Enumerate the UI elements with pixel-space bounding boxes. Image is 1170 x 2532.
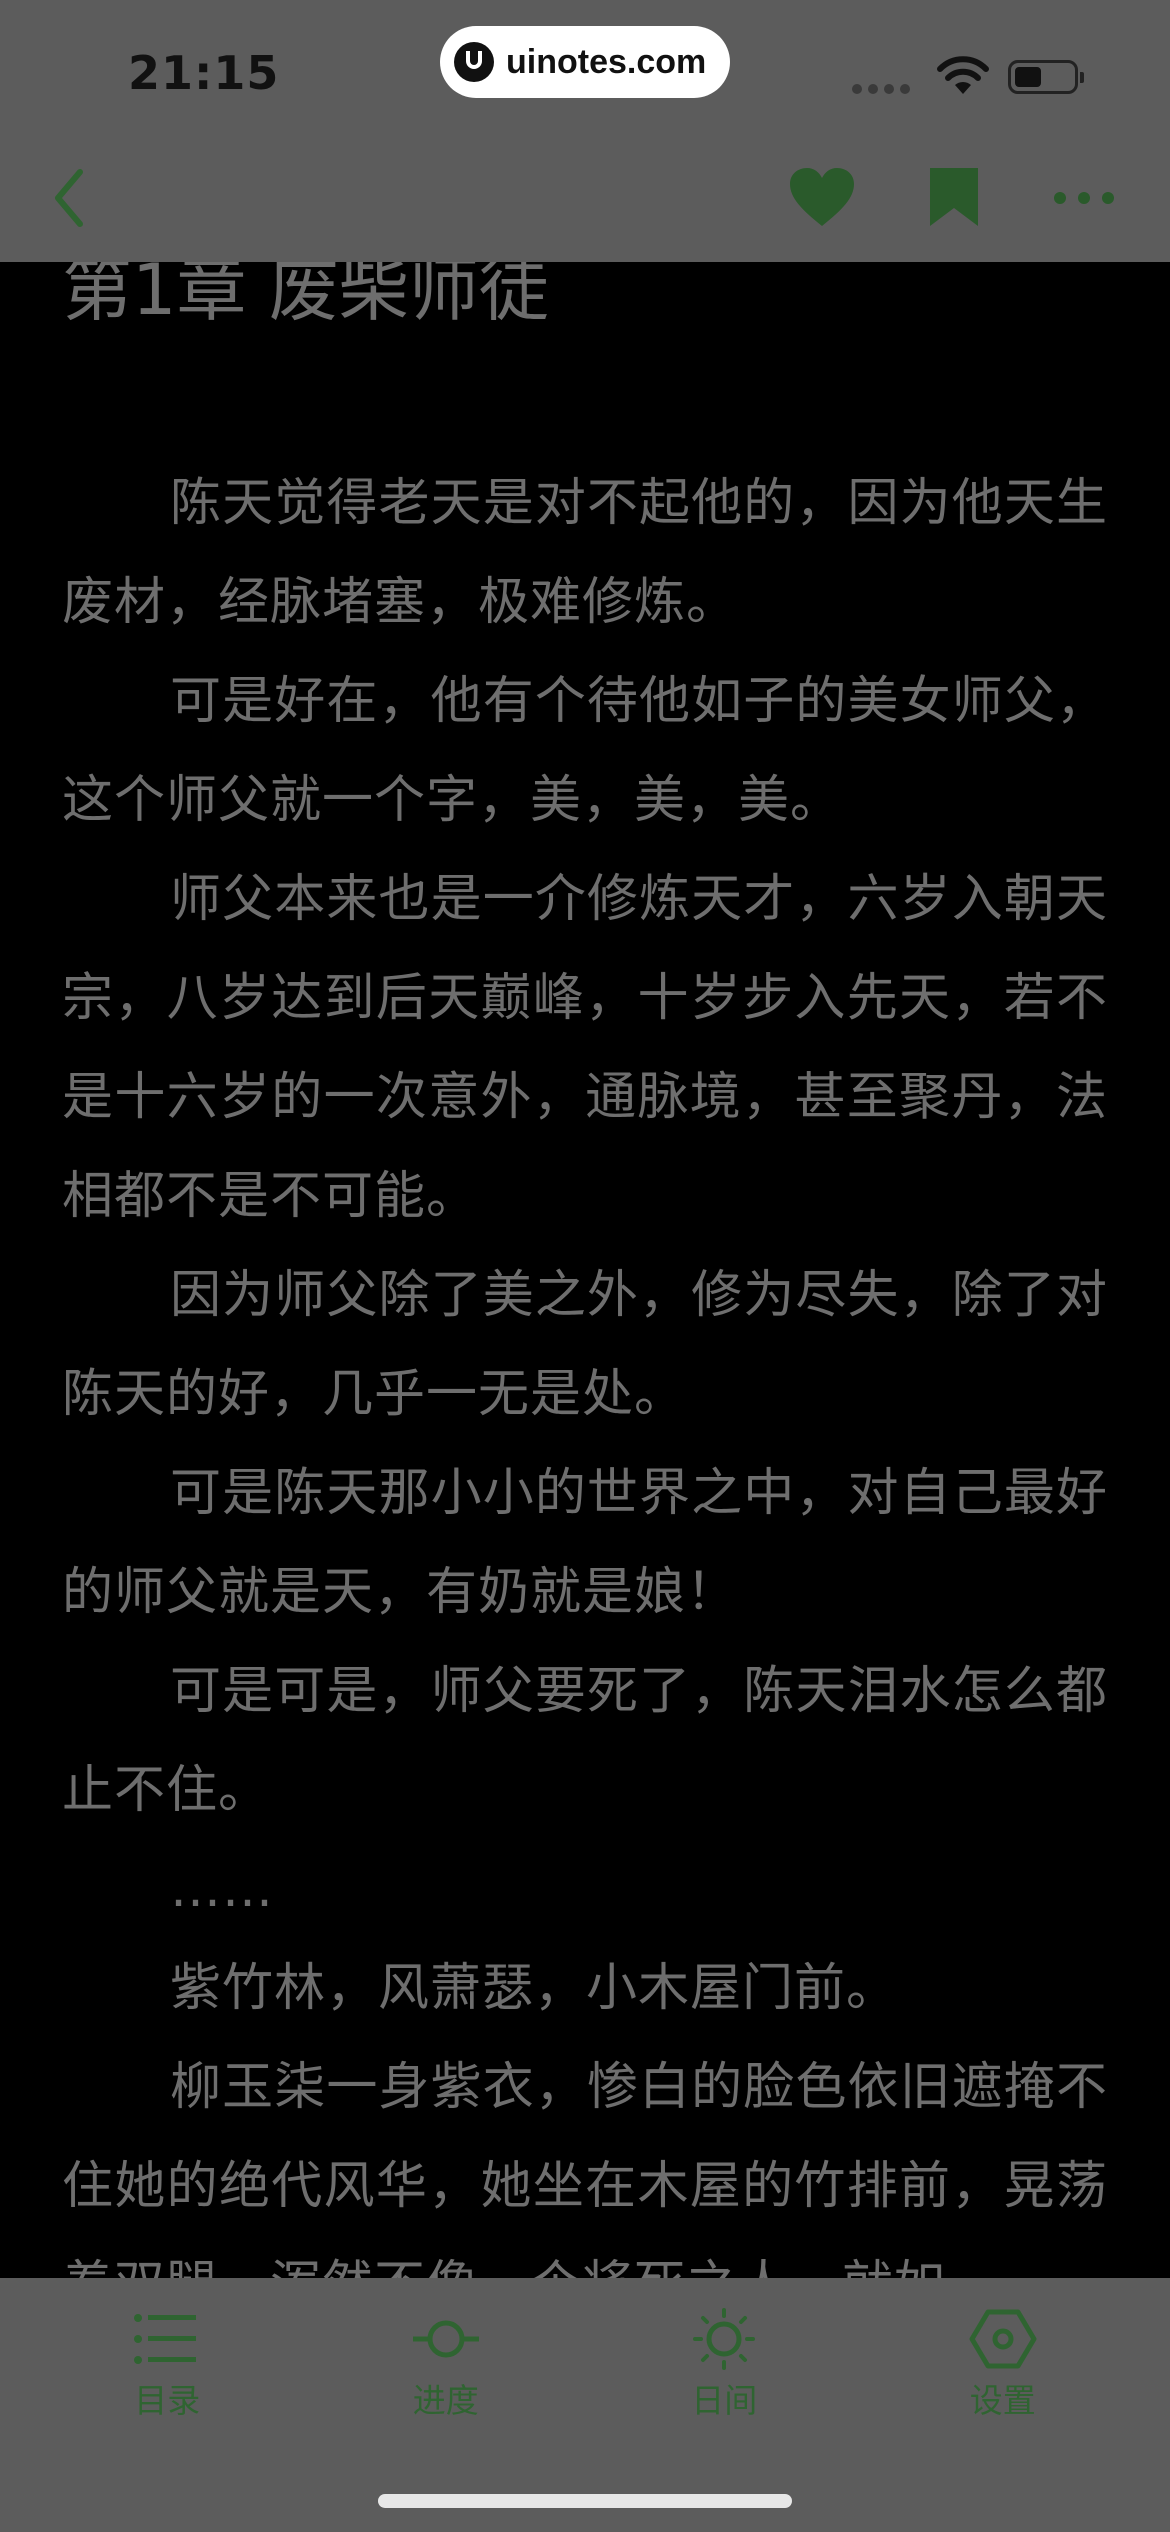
status-time: 21:15	[128, 46, 280, 100]
paragraph: 可是可是，师父要死了，陈天泪水怎么都止不住。	[62, 1662, 1108, 1820]
uinotes-logo-icon	[454, 42, 494, 82]
sun-icon	[693, 2308, 756, 2370]
paragraph: 师父本来也是一介修炼天才，六岁入朝天宗，八岁达到后天巅峰，十岁步入先天，若不是十…	[62, 870, 1108, 1226]
top-overlay: 21:15 uinotes.com	[0, 0, 1170, 262]
more-dots-icon[interactable]	[1052, 184, 1116, 212]
toolbar-label: 进度	[412, 2381, 479, 2420]
toolbar-item-catalog[interactable]: 目录	[67, 2278, 267, 2428]
toolbar-label: 设置	[969, 2381, 1036, 2420]
wifi-icon	[937, 56, 989, 94]
toolbar-label: 目录	[134, 2381, 201, 2420]
toolbar-label: 日间	[691, 2381, 758, 2420]
paragraph: 因为师父除了美之外，修为尽失，除了对陈天的好，几乎一无是处。	[62, 1266, 1108, 1424]
chapter-text: 陈天觉得老天是对不起他的，因为他天生废材，经脉堵塞，极难修炼。 可是好在，他有个…	[62, 454, 1108, 2335]
reader-content[interactable]: 第1章 废柴师徒 陈天觉得老天是对不起他的，因为他天生废材，经脉堵塞，极难修炼。…	[0, 0, 1170, 2532]
bottom-toolbar: 目录 进度 日间 设置	[0, 2278, 1170, 2532]
toolbar-item-progress[interactable]: 进度	[346, 2278, 546, 2428]
paragraph: 紫竹林，风萧瑟，小木屋门前。	[170, 1959, 899, 2018]
toolbar-item-settings[interactable]: 设置	[903, 2278, 1103, 2428]
home-indicator[interactable]	[378, 2494, 792, 2508]
toolbar-item-day-mode[interactable]: 日间	[624, 2278, 824, 2428]
list-icon	[134, 2314, 197, 2364]
toolbar: 目录 进度 日间 设置	[0, 2278, 1170, 2428]
watermark-badge: uinotes.com	[440, 26, 730, 98]
back-chevron-icon[interactable]	[40, 160, 100, 236]
paragraph: 可是好在，他有个待他如子的美女师父，这个师父就一个字，美，美，美。	[62, 672, 1108, 830]
bookmark-icon[interactable]	[928, 166, 980, 228]
paragraph: ……	[170, 1860, 274, 1919]
watermark-text: uinotes.com	[506, 42, 707, 81]
settings-hexagon-icon	[969, 2309, 1037, 2369]
paragraph: 陈天觉得老天是对不起他的，因为他天生废材，经脉堵塞，极难修炼。	[62, 474, 1108, 632]
battery-icon	[1008, 60, 1084, 94]
paragraph: 可是陈天那小小的世界之中，对自己最好的师父就是天，有奶就是娘！	[62, 1464, 1108, 1622]
progress-slider-icon	[412, 2320, 479, 2358]
heart-icon[interactable]	[788, 166, 856, 230]
cellular-signal-icon	[852, 84, 910, 94]
